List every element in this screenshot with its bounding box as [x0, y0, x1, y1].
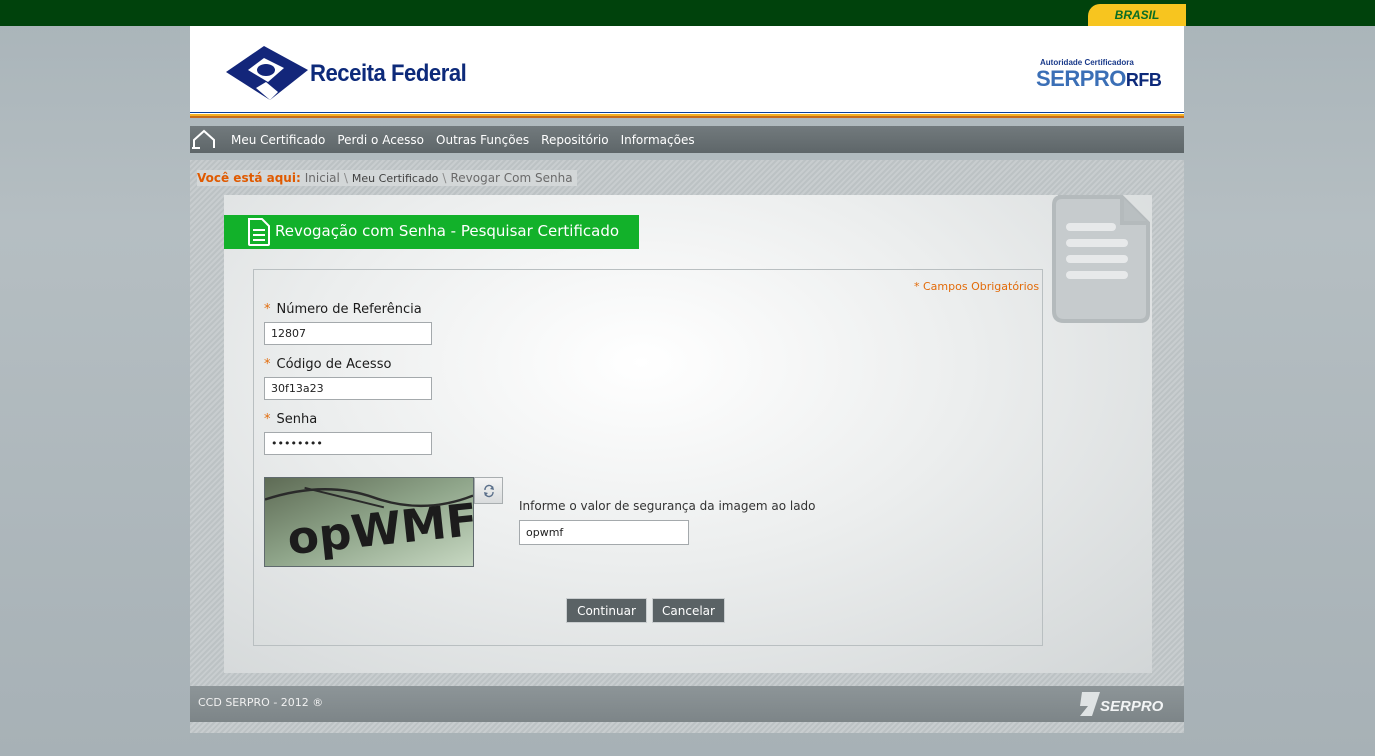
breadcrumb-separator: \: [343, 171, 348, 185]
document-watermark-icon: [1052, 195, 1150, 323]
breadcrumb-revogar-com-senha: Revogar Com Senha: [450, 171, 573, 185]
captcha-image: opWMF: [264, 477, 474, 567]
breadcrumb-inicial[interactable]: Inicial: [305, 171, 340, 185]
breadcrumb-separator: \: [442, 171, 447, 185]
captcha-label: Informe o valor de segurança da imagem a…: [519, 499, 816, 513]
access-code-label: * Código de Acesso: [264, 357, 391, 372]
nav-item-meu-certificado[interactable]: Meu Certificado: [231, 133, 325, 147]
required-mark: *: [264, 302, 271, 317]
footer: [190, 686, 1184, 722]
nav-menu: Meu Certificado Perdi o Acesso Outras Fu…: [231, 126, 707, 153]
serpro-footer-wordmark: SERPRO: [1100, 698, 1164, 715]
password-input[interactable]: [264, 432, 432, 455]
nav-item-repositorio[interactable]: Repositório: [541, 133, 608, 147]
breadcrumb-meu-certificado[interactable]: Meu Certificado: [352, 172, 439, 185]
serpro-wordmark: SERPRO: [1036, 66, 1126, 91]
reference-number-label-text: Número de Referência: [276, 302, 422, 317]
page-title: Revogação com Senha - Pesquisar Certific…: [275, 222, 620, 240]
reference-number-label: * Número de Referência: [264, 302, 422, 317]
footer-copyright: CCD SERPRO - 2012 ®: [198, 696, 324, 709]
brasil-link[interactable]: BRASIL: [1088, 4, 1186, 26]
nav-item-perdi-o-acesso[interactable]: Perdi o Acesso: [337, 133, 424, 147]
continue-button[interactable]: Continuar: [566, 598, 647, 623]
serpro-rfb-logo[interactable]: SERPRORFB: [1036, 66, 1162, 92]
nav-item-outras-funcoes[interactable]: Outras Funções: [436, 133, 529, 147]
document-icon: [248, 218, 270, 246]
access-code-input[interactable]: [264, 377, 432, 400]
reference-number-input[interactable]: [264, 322, 432, 345]
breadcrumb: Você está aqui: Inicial \ Meu Certificad…: [197, 170, 577, 186]
refresh-captcha-button[interactable]: [474, 477, 503, 504]
password-label-text: Senha: [276, 412, 318, 427]
cancel-button[interactable]: Cancelar: [652, 598, 725, 623]
required-mark: *: [264, 357, 271, 372]
required-fields-note: * Campos Obrigatórios: [914, 280, 1040, 293]
access-code-label-text: Código de Acesso: [276, 357, 392, 372]
password-label: * Senha: [264, 412, 317, 427]
captcha-input[interactable]: [519, 520, 689, 545]
serpro-footer-logo[interactable]: SERPRO: [1080, 690, 1170, 718]
required-mark: *: [264, 412, 271, 427]
header-stripes: [190, 112, 1184, 118]
rfb-wordmark: RFB: [1125, 70, 1162, 90]
home-icon[interactable]: [192, 128, 218, 150]
refresh-icon: [483, 484, 494, 497]
receita-federal-wordmark: Receita Federal: [310, 60, 467, 87]
receita-federal-logo-icon[interactable]: [226, 42, 310, 104]
nav-item-informacoes[interactable]: Informações: [621, 133, 695, 147]
breadcrumb-label: Você está aqui:: [197, 171, 301, 185]
